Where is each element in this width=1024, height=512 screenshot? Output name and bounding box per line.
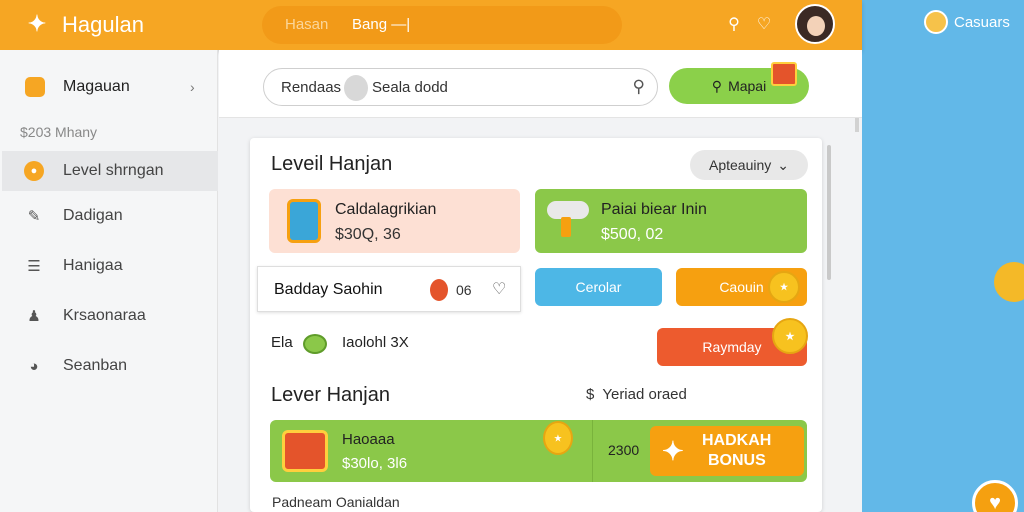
section-title: Leveil Hanjan bbox=[271, 153, 393, 175]
page-scrollbar[interactable] bbox=[855, 118, 859, 132]
sidebar-stat: $203 Mhany bbox=[20, 124, 98, 140]
map-button-label: Mapai bbox=[728, 78, 767, 94]
clock-icon: ◕ bbox=[29, 357, 39, 375]
search-scope: Rendaas bbox=[281, 79, 342, 96]
tile-value: $500, 02 bbox=[601, 226, 664, 243]
tile-calculation[interactable]: Caldalagrikian $30Q, 36 bbox=[269, 189, 520, 253]
bonus-title: Haoaaa bbox=[342, 431, 395, 448]
coin-icon: ● bbox=[24, 161, 44, 181]
search-small-icon: ⚲ bbox=[711, 77, 723, 94]
plane-icon: ✦ bbox=[662, 436, 684, 466]
calculator-icon bbox=[287, 199, 321, 243]
sidebar-item-label: Dadigan bbox=[63, 207, 123, 224]
sidebar-item-seanban[interactable]: ◕ Seanban bbox=[2, 346, 218, 386]
sidebar-header-label: Magauan bbox=[63, 78, 130, 95]
stat-right: Iaolohl 3X bbox=[342, 334, 409, 351]
user-mini-avatar bbox=[924, 10, 948, 34]
sidebar-item-label: Level shrngan bbox=[63, 162, 164, 179]
stat-left: Ela bbox=[271, 334, 293, 351]
sidebar-item-label: Hanigaa bbox=[63, 257, 123, 274]
logo-icon: ✦ bbox=[27, 11, 47, 36]
chevron-right-icon: › bbox=[190, 79, 195, 95]
gift-icon bbox=[282, 430, 328, 472]
right-user[interactable]: Casuars bbox=[924, 10, 1010, 34]
sidebar-item-krsaonaraa[interactable]: ♟ Krsaonaraa bbox=[2, 296, 218, 336]
tile-title: Paiai biear Inin bbox=[601, 201, 707, 218]
bonus-button[interactable]: ✦ HADKAH BONUS bbox=[650, 426, 804, 476]
list-item-count: 06 bbox=[456, 282, 472, 298]
sidebar-item-dadigan[interactable]: ✎ Dadigan bbox=[2, 196, 218, 236]
sort-dropdown[interactable]: Apteauiny ⌄ bbox=[690, 150, 808, 180]
app-header: ✦ Hagulan Hasan Bang —| ⚲ ♡ bbox=[0, 0, 862, 50]
heart-fab-button[interactable]: ♥ bbox=[972, 480, 1018, 512]
tab-hasan[interactable]: Hasan bbox=[285, 16, 328, 33]
shield-icon[interactable]: ♡ bbox=[754, 14, 774, 34]
megaphone-icon: ✎ bbox=[27, 208, 41, 225]
layers-icon: ☰ bbox=[27, 258, 41, 275]
gift-icon bbox=[771, 62, 797, 86]
blue-button[interactable]: Cerolar bbox=[535, 268, 662, 306]
search-bar-area: Rendaas Seala dodd ⚲ ⚲ Mapai bbox=[219, 50, 862, 118]
sidebar-item-label: Krsaonaraa bbox=[63, 307, 146, 324]
dropdown-label: Apteauiny bbox=[708, 157, 772, 173]
search-icon[interactable]: ⚲ bbox=[633, 77, 645, 97]
bonus-value: $30lo, 3l6 bbox=[342, 455, 408, 472]
heart-icon[interactable]: ♡ bbox=[492, 279, 506, 299]
bonus-amount: 2300 bbox=[608, 442, 640, 458]
clover-icon bbox=[303, 334, 327, 354]
footer-text: Padneam Oanialdan bbox=[272, 494, 400, 510]
sidebar-header-item[interactable]: Magauan › bbox=[0, 72, 218, 102]
tile-value: $30Q, 36 bbox=[335, 226, 401, 243]
search-chip-icon bbox=[344, 75, 368, 101]
search-icon[interactable]: ⚲ bbox=[724, 14, 744, 34]
list-item-title: Badday Saohin bbox=[274, 281, 383, 298]
search-value: Seala dodd bbox=[372, 79, 448, 96]
tile-payout[interactable]: Paiai biear Inin $500, 02 bbox=[535, 189, 807, 253]
mascot-icon bbox=[994, 262, 1024, 302]
coin-icon: ⋆ bbox=[543, 421, 573, 455]
briefcase-icon bbox=[25, 77, 45, 97]
sidebar: Magauan › $203 Mhany ● Level shrngan ✎ D… bbox=[0, 50, 218, 512]
avatar-face bbox=[807, 16, 825, 36]
megaphone-handle-icon bbox=[561, 217, 571, 237]
right-user-name: Casuars bbox=[954, 13, 1010, 31]
dollar-icon: $ bbox=[586, 386, 595, 403]
coin-icon: ⋆ bbox=[772, 318, 808, 354]
sidebar-item-hanigaa[interactable]: ☰ Hanigaa bbox=[2, 246, 218, 286]
chevron-down-icon: ⌄ bbox=[777, 156, 789, 173]
tab-bang[interactable]: Bang —| bbox=[352, 16, 410, 33]
person-icon: ♟ bbox=[27, 308, 41, 325]
sidebar-item-label: Seanban bbox=[63, 357, 128, 374]
section-title: Lever Hanjan bbox=[271, 384, 390, 406]
right-panel: Casuars ♥ bbox=[862, 0, 1024, 512]
bonus-button-line2: BONUS bbox=[708, 452, 766, 469]
sidebar-item-level[interactable]: ● Level shrngan bbox=[2, 151, 218, 191]
avatar[interactable] bbox=[795, 4, 835, 44]
bonus-divider bbox=[592, 420, 593, 482]
section-side[interactable]: $ Yeriad oraed bbox=[586, 386, 687, 403]
coin-icon: ⋆ bbox=[768, 271, 800, 303]
bonus-button-line1: HADKAH bbox=[702, 432, 772, 449]
card-scrollbar[interactable] bbox=[827, 145, 831, 280]
app-title: Hagulan bbox=[62, 12, 144, 37]
fire-icon bbox=[430, 279, 448, 301]
tile-title: Caldalagrikian bbox=[335, 201, 437, 218]
section-side-label: Yeriad oraed bbox=[602, 386, 687, 403]
search-input[interactable]: Rendaas Seala dodd ⚲ bbox=[263, 68, 658, 106]
orange-button-label: Caouin bbox=[719, 279, 764, 295]
list-item[interactable]: Badday Saohin 06 ♡ bbox=[257, 266, 521, 312]
